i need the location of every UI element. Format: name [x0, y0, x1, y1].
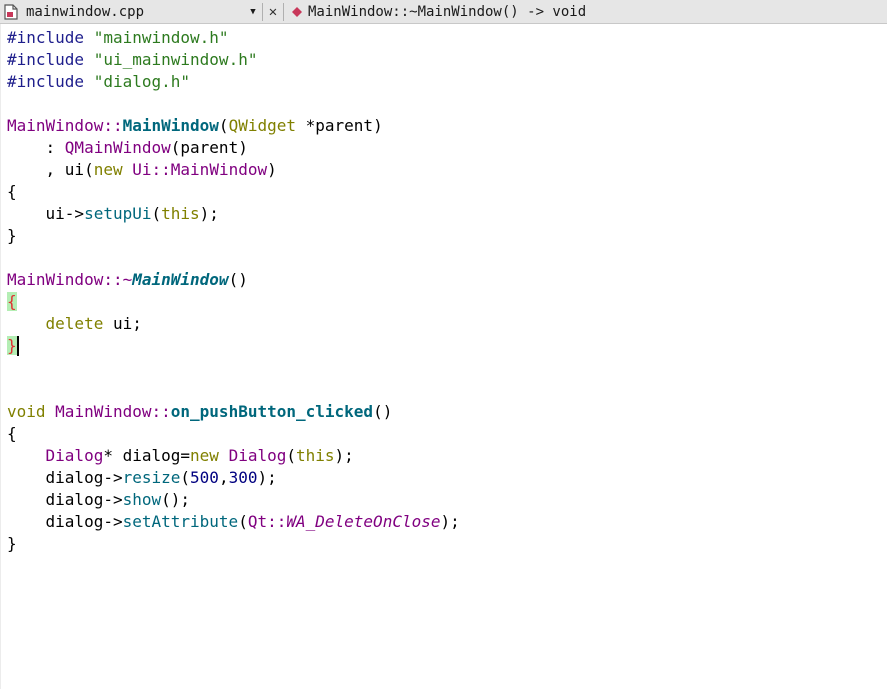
toolbar-separator: [262, 2, 263, 21]
editor-toolbar: mainwindow.cpp ▼ ✕ MainWindow::~MainWind…: [0, 0, 887, 24]
code-line-24: }: [7, 534, 17, 553]
file-name-label[interactable]: mainwindow.cpp: [26, 4, 226, 20]
text-cursor: [17, 336, 19, 356]
code-editor[interactable]: #include "mainwindow.h" #include "ui_mai…: [0, 24, 887, 689]
code-line-19: {: [7, 424, 17, 443]
file-icon: [4, 3, 20, 21]
code-line-12: MainWindow::~MainWindow(): [7, 270, 248, 289]
code-line-3: #include "dialog.h": [7, 72, 191, 91]
symbol-diamond-icon: [290, 6, 304, 18]
toolbar-separator: [283, 2, 284, 21]
code-line-8: {: [7, 182, 17, 201]
matched-brace-open: {: [7, 292, 17, 311]
matched-brace-close: }: [7, 336, 17, 355]
code-line-10: }: [7, 226, 17, 245]
code-line-13: {: [7, 291, 17, 313]
code-line-7: , ui(new Ui::MainWindow): [7, 160, 277, 179]
dropdown-arrow-icon[interactable]: ▼: [246, 7, 260, 17]
code-line-18: void MainWindow::on_pushButton_clicked(): [7, 402, 393, 421]
code-line-20: Dialog* dialog=new Dialog(this);: [45, 446, 354, 465]
code-line-6: : QMainWindow(parent): [7, 138, 248, 157]
code-line-1: #include "mainwindow.h": [7, 28, 229, 47]
code-line-23: dialog->setAttribute(Qt::WA_DeleteOnClos…: [7, 512, 460, 531]
code-line-22: dialog->show();: [7, 490, 191, 509]
code-line-21: dialog->resize(500,300);: [7, 468, 277, 487]
close-icon[interactable]: ✕: [265, 4, 281, 20]
code-line-15: }: [7, 335, 17, 357]
symbol-selector[interactable]: MainWindow::~MainWindow() -> void: [308, 4, 586, 20]
code-line-9: ui->setupUi(this);: [7, 204, 219, 223]
code-line-2: #include "ui_mainwindow.h": [7, 50, 258, 69]
code-line-5: MainWindow::MainWindow(QWidget *parent): [7, 116, 383, 135]
code-line-14: delete ui;: [45, 314, 142, 333]
